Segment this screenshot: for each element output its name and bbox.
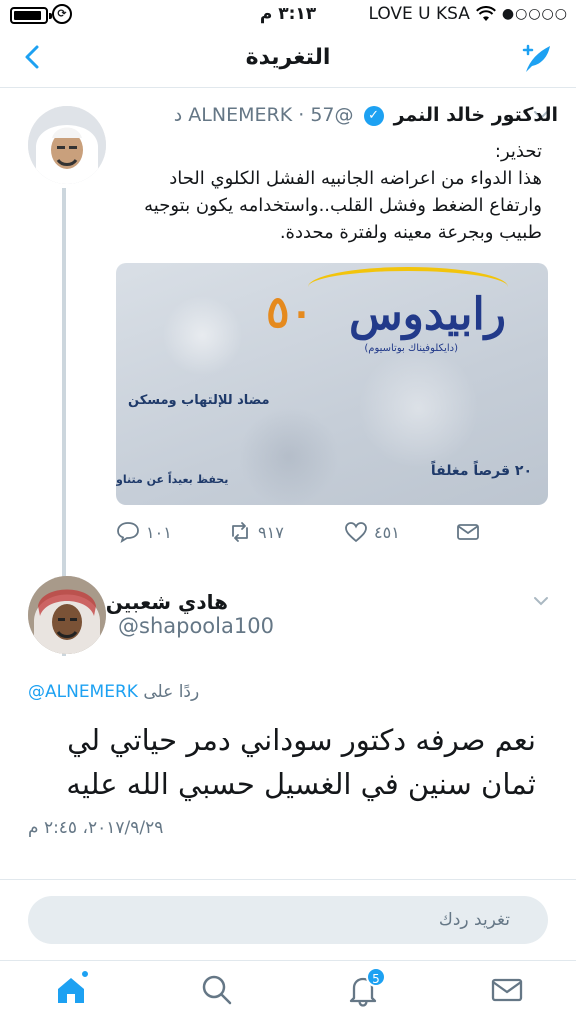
medicine-dose: ٥٠ xyxy=(266,287,314,338)
envelope-icon xyxy=(491,978,523,1002)
tab-home[interactable] xyxy=(54,969,90,1007)
medicine-generic-name: (دايكلوفيناك بوتاسيوم) xyxy=(364,343,458,354)
signal-strength-icon: ●○○○○ xyxy=(501,6,568,22)
reply-author-handle[interactable]: @shapoola100 xyxy=(118,614,274,638)
tweet-line: وارتفاع الضغط وفشل القلب..واستخدامه يكون… xyxy=(144,195,542,216)
reply-count: ١٠١ xyxy=(146,522,172,542)
tab-notifications[interactable]: 5 xyxy=(346,967,386,1007)
author-avatar[interactable] xyxy=(28,106,106,184)
reply-author-name[interactable]: هادي شعبين xyxy=(106,590,228,614)
tab-bar: 5 xyxy=(0,960,576,1024)
replying-to: @ALNEMERK ردًا على xyxy=(28,682,199,702)
tab-search[interactable] xyxy=(200,973,234,1007)
search-icon xyxy=(202,975,232,1005)
tweet[interactable]: الدكتور خالد النمر ✓ @ALNEMERK · 57 د تح… xyxy=(0,88,576,656)
author-name[interactable]: الدكتور خالد النمر xyxy=(394,104,558,126)
chevron-down-icon xyxy=(534,597,548,606)
reply-tweet[interactable]: هادي شعبين @shapoola100 @ALNEMERK ردًا ع… xyxy=(0,568,576,880)
tab-messages[interactable] xyxy=(490,973,524,1007)
reply-options-button[interactable] xyxy=(532,592,550,610)
replying-to-label: ردًا على xyxy=(143,682,200,702)
reply-timestamp: ٢٠١٧/٩/٢٩، ٢:٤٥ م xyxy=(28,818,164,838)
reply-author-avatar[interactable] xyxy=(28,576,106,654)
page-title: التغريدة xyxy=(245,45,331,70)
tweet-text: تحذير: هذا الدواء من اعراضه الجانبيه الف… xyxy=(122,138,542,246)
reply-icon xyxy=(117,522,139,543)
retweet-count: ٩١٧ xyxy=(258,522,284,542)
tweet-line: تحذير: xyxy=(494,141,542,162)
separator-dot: · xyxy=(298,104,311,126)
tweet-actions: ١٠١ ٩١٧ ٤٥١ xyxy=(116,520,496,550)
avatar-image xyxy=(28,106,106,184)
carrier-name: LOVE U KSA xyxy=(368,4,470,24)
tweet-image[interactable]: رابيدوس ٥٠ (دايكلوفيناك بوتاسيوم) مضاد ل… xyxy=(116,263,548,505)
reply-button[interactable]: ١٠١ xyxy=(116,520,172,544)
notification-badge: 5 xyxy=(366,967,386,987)
tweet-line: هذا الدواء من اعراضه الجانبيه الفشل الكل… xyxy=(169,168,542,189)
retweet-icon xyxy=(232,522,248,542)
reply-text: نعم صرفه دكتور سوداني دمر حياتي لي ثمان … xyxy=(66,723,536,801)
status-bar: ⟳ ٣:١٣ م LOVE U KSA ●○○○○ xyxy=(0,0,576,30)
replying-to-handle[interactable]: @ALNEMERK xyxy=(28,682,138,702)
nav-bar: التغريدة xyxy=(0,30,576,88)
medicine-brand: رابيدوس xyxy=(348,289,506,340)
medicine-description: مضاد للإلتهاب ومسكن xyxy=(128,393,270,408)
reply-input[interactable] xyxy=(28,896,548,944)
wifi-icon xyxy=(475,6,496,21)
share-dm-button[interactable] xyxy=(456,520,480,544)
heart-icon xyxy=(345,522,367,543)
verified-badge-icon: ✓ xyxy=(363,105,384,126)
envelope-icon xyxy=(457,524,479,540)
tweet-header: الدكتور خالد النمر ✓ @ALNEMERK · 57 د xyxy=(108,104,558,126)
retweet-button[interactable]: ٩١٧ xyxy=(228,520,284,544)
tweet-line: طبيب وبجرعة معينه ولفترة محددة. xyxy=(279,222,542,243)
avatar-image xyxy=(28,576,106,654)
like-count: ٤٥١ xyxy=(374,522,400,542)
medicine-count: ٢٠ قرصاً مغلفاً xyxy=(430,463,532,479)
reply-composer xyxy=(0,880,576,960)
medicine-storage: يحفظ بعيداً عن متناو xyxy=(116,473,229,486)
like-button[interactable]: ٤٥١ xyxy=(344,520,400,544)
compose-tweet-icon xyxy=(522,44,550,72)
compose-tweet-button[interactable] xyxy=(520,42,554,76)
home-new-dot xyxy=(80,969,90,979)
